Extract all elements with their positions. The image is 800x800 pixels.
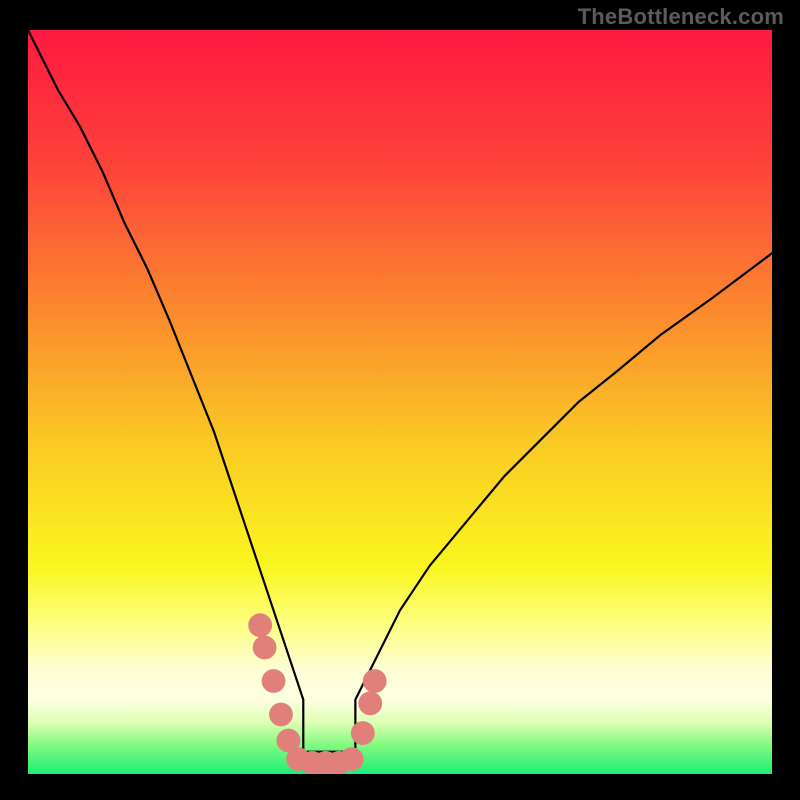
chart-frame: TheBottleneck.com (0, 0, 800, 800)
chart-background (28, 30, 772, 774)
chart-plot (28, 30, 772, 774)
marker-dot (340, 747, 364, 771)
marker-dot (363, 669, 387, 693)
marker-dot (269, 703, 293, 727)
marker-dot (262, 669, 286, 693)
marker-dot (248, 613, 272, 637)
watermark-label: TheBottleneck.com (578, 4, 784, 30)
marker-dot (351, 721, 375, 745)
marker-dot (253, 636, 277, 660)
marker-dot (358, 691, 382, 715)
